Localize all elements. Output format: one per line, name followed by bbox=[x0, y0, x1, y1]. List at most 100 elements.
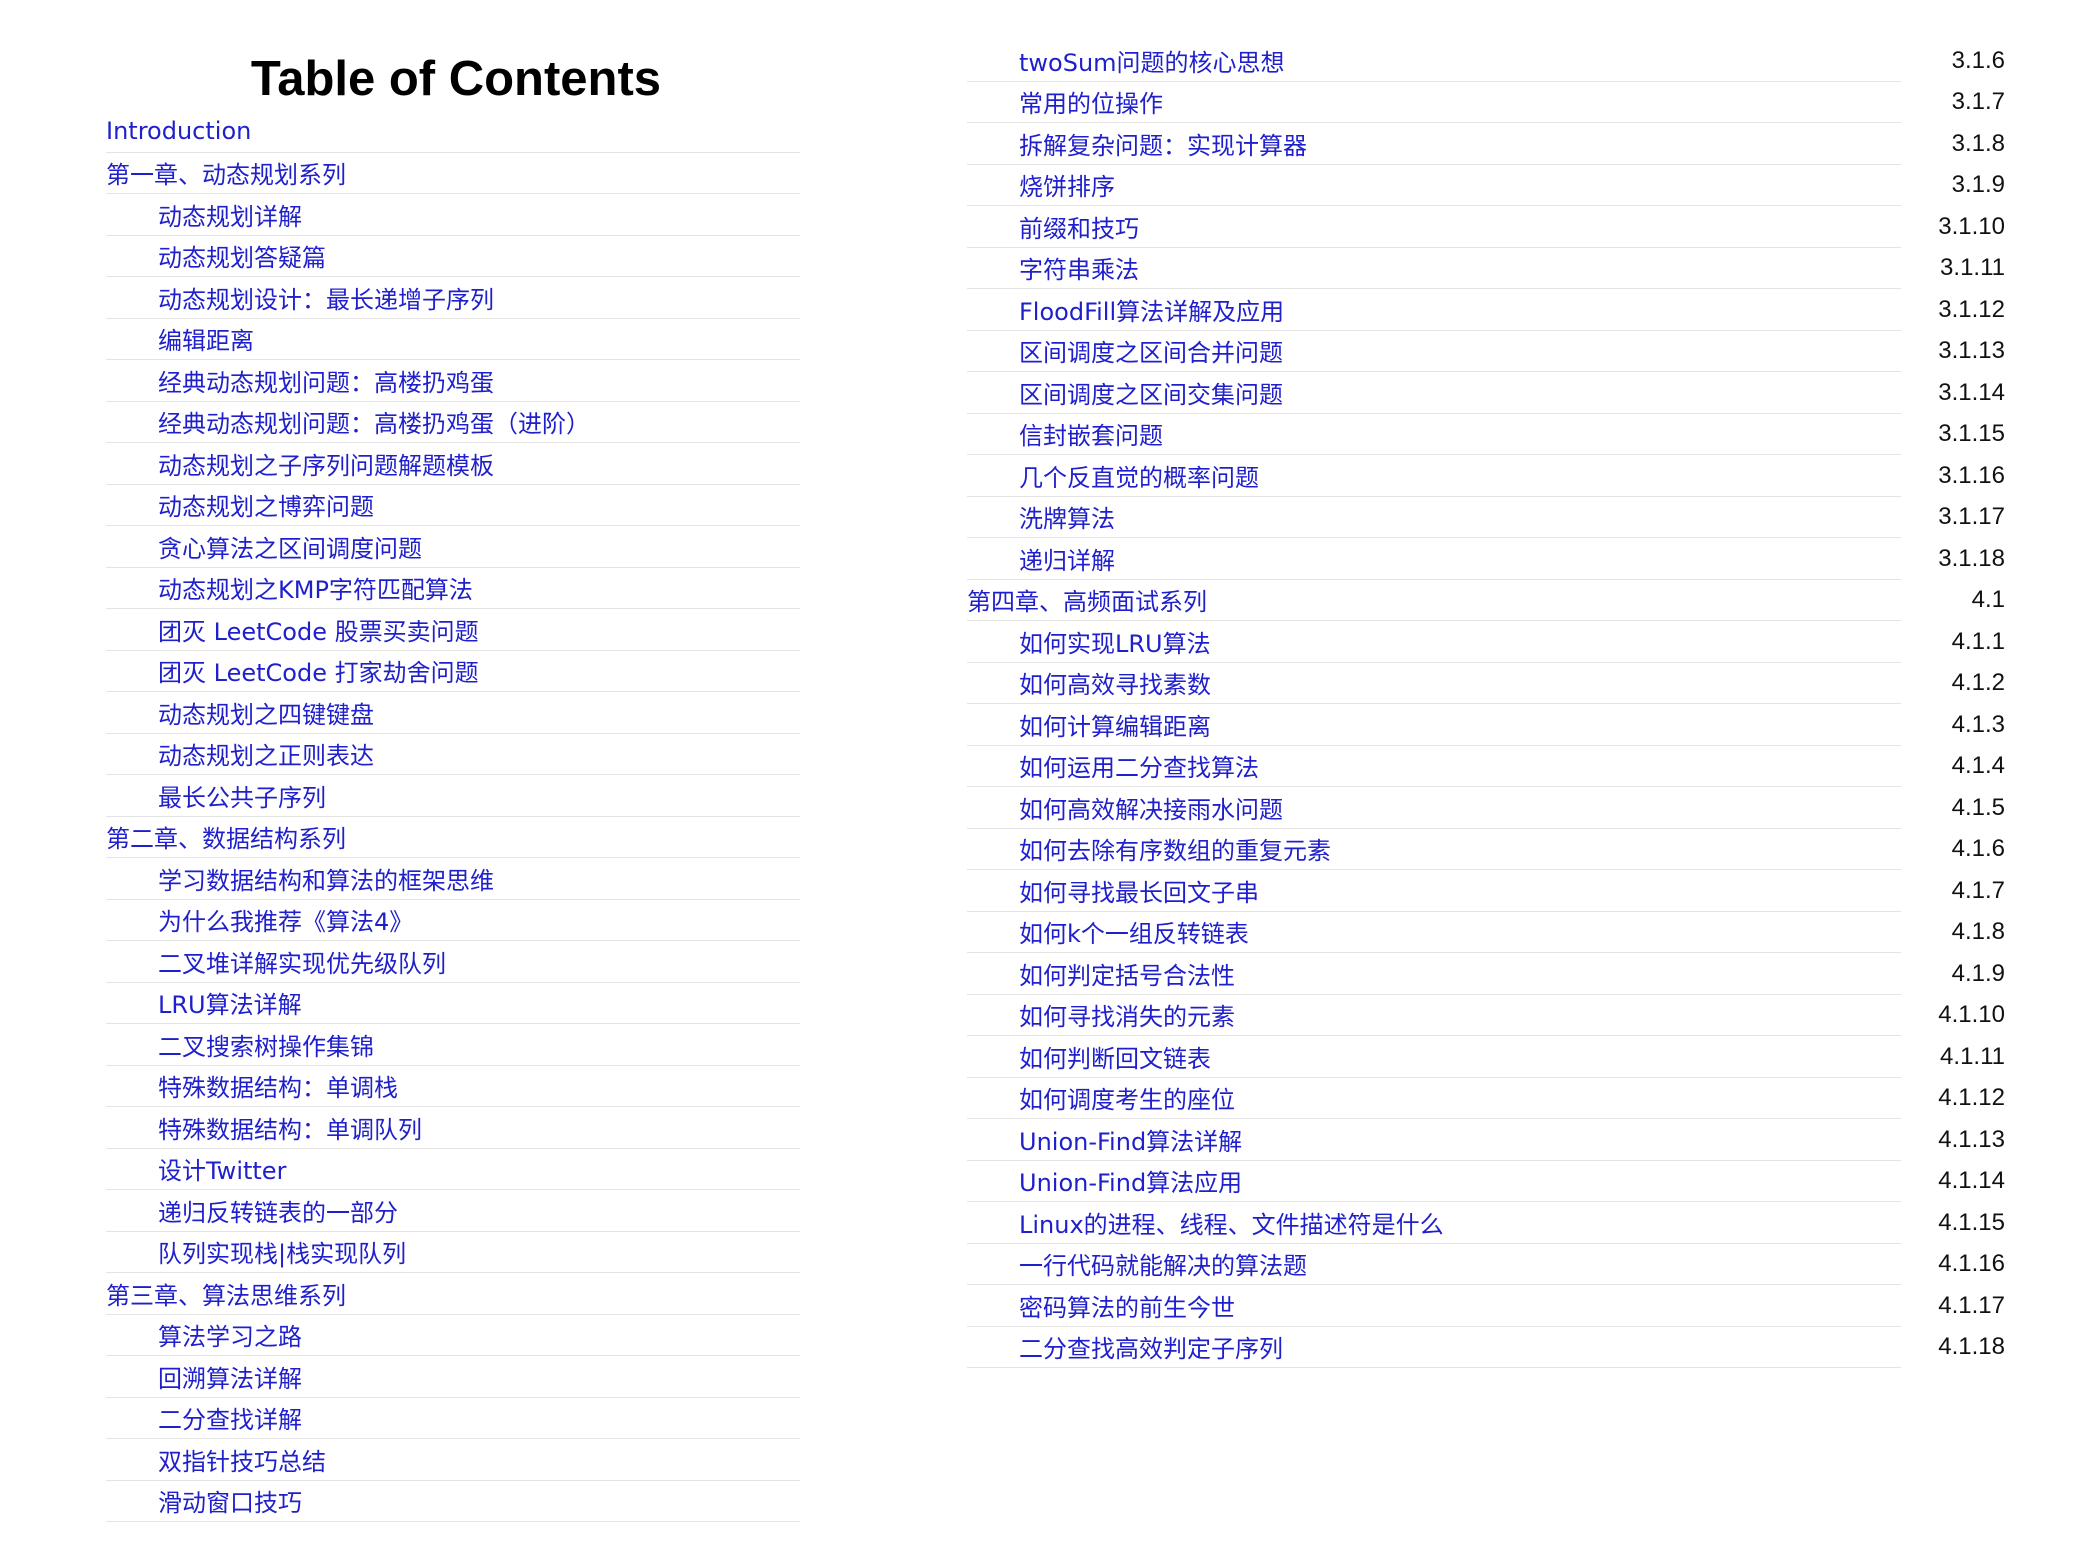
toc-entry-link[interactable]: Union-Find算法详解 bbox=[967, 1119, 1901, 1161]
toc-entry-link[interactable]: twoSum问题的核心思想 bbox=[967, 40, 1901, 82]
toc-chapter[interactable]: Introduction bbox=[106, 111, 800, 153]
toc-entry-link[interactable]: 特殊数据结构：单调队列 bbox=[158, 1110, 800, 1145]
toc-entry-link[interactable]: 经典动态规划问题：高楼扔鸡蛋 bbox=[158, 363, 800, 398]
toc-entry-link[interactable]: 递归详解 bbox=[967, 538, 1901, 580]
toc-entry[interactable]: 学习数据结构和算法的框架思维 bbox=[106, 858, 800, 900]
toc-chapter[interactable]: 第三章、算法思维系列 bbox=[106, 1273, 800, 1315]
toc-entry-link[interactable]: 滑动窗口技巧 bbox=[158, 1483, 800, 1518]
toc-entry[interactable]: 算法学习之路 bbox=[106, 1315, 800, 1356]
toc-entry-link[interactable]: FloodFill算法详解及应用 bbox=[967, 289, 1901, 331]
toc-entry-link[interactable]: 第四章、高频面试系列 bbox=[967, 580, 1901, 621]
toc-entry-link[interactable]: 双指针技巧总结 bbox=[158, 1442, 800, 1477]
toc-chapter[interactable]: 第一章、动态规划系列 bbox=[106, 153, 800, 194]
toc-entry-link[interactable]: 如何k个一组反转链表 bbox=[967, 912, 1901, 953]
toc-entry[interactable]: 如何寻找最长回文子串 4.1.7 bbox=[967, 870, 2005, 912]
toc-chapter[interactable]: 第四章、高频面试系列 4.1 bbox=[967, 580, 2005, 621]
toc-entry[interactable]: 为什么我推荐《算法4》 bbox=[106, 900, 800, 941]
toc-entry-link[interactable]: 一行代码就能解决的算法题 bbox=[967, 1244, 1901, 1285]
toc-entry-link[interactable]: 如何判定括号合法性 bbox=[967, 953, 1901, 995]
toc-entry[interactable]: 特殊数据结构：单调栈 bbox=[106, 1066, 800, 1107]
toc-entry[interactable]: 动态规划之正则表达 bbox=[106, 734, 800, 775]
toc-entry-link[interactable]: 如何寻找最长回文子串 bbox=[967, 870, 1901, 912]
toc-entry[interactable]: 前缀和技巧 3.1.10 bbox=[967, 206, 2005, 248]
toc-entry[interactable]: 信封嵌套问题 3.1.15 bbox=[967, 414, 2005, 455]
toc-entry[interactable]: 动态规划之子序列问题解题模板 bbox=[106, 443, 800, 485]
toc-entry[interactable]: 如何高效解决接雨水问题 4.1.5 bbox=[967, 787, 2005, 829]
toc-entry-link[interactable]: 递归反转链表的一部分 bbox=[158, 1193, 800, 1228]
toc-entry-link[interactable]: 团灭 LeetCode 股票买卖问题 bbox=[158, 612, 800, 647]
toc-entry-link[interactable]: 动态规划之四键键盘 bbox=[158, 695, 800, 730]
toc-entry[interactable]: 几个反直觉的概率问题 3.1.16 bbox=[967, 455, 2005, 497]
toc-entry[interactable]: 贪心算法之区间调度问题 bbox=[106, 526, 800, 568]
toc-entry[interactable]: 一行代码就能解决的算法题 4.1.16 bbox=[967, 1244, 2005, 1285]
toc-entry[interactable]: LRU算法详解 bbox=[106, 983, 800, 1024]
toc-entry[interactable]: 二分查找详解 bbox=[106, 1398, 800, 1439]
toc-entry[interactable]: FloodFill算法详解及应用 3.1.12 bbox=[967, 289, 2005, 331]
toc-entry[interactable]: Linux的进程、线程、文件描述符是什么 4.1.15 bbox=[967, 1202, 2005, 1244]
toc-entry-link[interactable]: 编辑距离 bbox=[158, 321, 800, 356]
toc-entry-link[interactable]: 密码算法的前生今世 bbox=[967, 1285, 1901, 1327]
toc-entry[interactable]: 如何计算编辑距离 4.1.3 bbox=[967, 704, 2005, 746]
toc-entry-link[interactable]: 团灭 LeetCode 打家劫舍问题 bbox=[158, 653, 800, 688]
toc-entry[interactable]: 动态规划之四键键盘 bbox=[106, 692, 800, 734]
toc-entry[interactable]: Union-Find算法详解 4.1.13 bbox=[967, 1119, 2005, 1161]
toc-entry-link[interactable]: Introduction bbox=[106, 117, 800, 145]
toc-entry[interactable]: twoSum问题的核心思想 3.1.6 bbox=[967, 40, 2005, 82]
toc-entry[interactable]: 队列实现栈|栈实现队列 bbox=[106, 1232, 800, 1273]
toc-entry-link[interactable]: 最长公共子序列 bbox=[158, 778, 800, 813]
toc-entry-link[interactable]: 如何实现LRU算法 bbox=[967, 621, 1901, 663]
toc-entry[interactable]: 团灭 LeetCode 股票买卖问题 bbox=[106, 609, 800, 651]
toc-entry-link[interactable]: 为什么我推荐《算法4》 bbox=[158, 902, 800, 937]
toc-entry-link[interactable]: 动态规划答疑篇 bbox=[158, 238, 800, 273]
toc-entry[interactable]: 如何实现LRU算法 4.1.1 bbox=[967, 621, 2005, 663]
toc-entry[interactable]: 如何判断回文链表 4.1.11 bbox=[967, 1036, 2005, 1078]
toc-entry[interactable]: 如何去除有序数组的重复元素 4.1.6 bbox=[967, 829, 2005, 870]
toc-entry-link[interactable]: Linux的进程、线程、文件描述符是什么 bbox=[967, 1202, 1901, 1244]
toc-entry-link[interactable]: 第一章、动态规划系列 bbox=[106, 155, 800, 190]
toc-entry-link[interactable]: 信封嵌套问题 bbox=[967, 414, 1901, 455]
toc-entry[interactable]: 设计Twitter bbox=[106, 1149, 800, 1190]
toc-entry-link[interactable]: LRU算法详解 bbox=[158, 985, 800, 1020]
toc-entry[interactable]: 滑动窗口技巧 bbox=[106, 1481, 800, 1522]
toc-entry-link[interactable]: 动态规划设计：最长递增子序列 bbox=[158, 280, 800, 315]
toc-entry-link[interactable]: 字符串乘法 bbox=[967, 248, 1901, 289]
toc-entry[interactable]: 最长公共子序列 bbox=[106, 775, 800, 817]
toc-entry-link[interactable]: 二叉堆详解实现优先级队列 bbox=[158, 944, 800, 979]
toc-entry-link[interactable]: 几个反直觉的概率问题 bbox=[967, 455, 1901, 497]
toc-entry-link[interactable]: 第三章、算法思维系列 bbox=[106, 1276, 800, 1311]
toc-entry[interactable]: 特殊数据结构：单调队列 bbox=[106, 1107, 800, 1149]
toc-entry[interactable]: 动态规划详解 bbox=[106, 194, 800, 236]
toc-entry[interactable]: 如何判定括号合法性 4.1.9 bbox=[967, 953, 2005, 995]
toc-entry[interactable]: 经典动态规划问题：高楼扔鸡蛋 bbox=[106, 360, 800, 402]
toc-entry-link[interactable]: 烧饼排序 bbox=[967, 165, 1901, 206]
toc-entry-link[interactable]: 如何计算编辑距离 bbox=[967, 704, 1901, 746]
toc-entry-link[interactable]: 常用的位操作 bbox=[967, 82, 1901, 123]
toc-entry[interactable]: 常用的位操作 3.1.7 bbox=[967, 82, 2005, 123]
toc-entry-link[interactable]: 如何调度考生的座位 bbox=[967, 1078, 1901, 1119]
toc-entry[interactable]: 双指针技巧总结 bbox=[106, 1439, 800, 1481]
toc-entry-link[interactable]: 第二章、数据结构系列 bbox=[106, 819, 800, 854]
toc-entry-link[interactable]: 区间调度之区间交集问题 bbox=[967, 372, 1901, 414]
toc-entry-link[interactable]: 区间调度之区间合并问题 bbox=[967, 331, 1901, 372]
toc-chapter[interactable]: 第二章、数据结构系列 bbox=[106, 817, 800, 858]
toc-entry[interactable]: 密码算法的前生今世 4.1.17 bbox=[967, 1285, 2005, 1327]
toc-entry-link[interactable]: 如何高效解决接雨水问题 bbox=[967, 787, 1901, 829]
toc-entry-link[interactable]: 动态规划之KMP字符匹配算法 bbox=[158, 570, 800, 605]
toc-entry[interactable]: 如何高效寻找素数 4.1.2 bbox=[967, 663, 2005, 704]
toc-entry[interactable]: 经典动态规划问题：高楼扔鸡蛋（进阶） bbox=[106, 402, 800, 443]
toc-entry-link[interactable]: 如何寻找消失的元素 bbox=[967, 995, 1901, 1036]
toc-entry[interactable]: 如何k个一组反转链表 4.1.8 bbox=[967, 912, 2005, 953]
toc-entry-link[interactable]: 回溯算法详解 bbox=[158, 1359, 800, 1394]
toc-entry-link[interactable]: 二分查找高效判定子序列 bbox=[967, 1327, 1901, 1368]
toc-entry[interactable]: 烧饼排序 3.1.9 bbox=[967, 165, 2005, 206]
toc-entry-link[interactable]: 经典动态规划问题：高楼扔鸡蛋（进阶） bbox=[158, 404, 800, 439]
toc-entry-link[interactable]: 特殊数据结构：单调栈 bbox=[158, 1068, 800, 1103]
toc-entry-link[interactable]: 队列实现栈|栈实现队列 bbox=[158, 1234, 800, 1269]
toc-entry-link[interactable]: 如何运用二分查找算法 bbox=[967, 746, 1901, 787]
toc-entry-link[interactable]: 二叉搜索树操作集锦 bbox=[158, 1027, 800, 1062]
toc-entry-link[interactable]: 动态规划之子序列问题解题模板 bbox=[158, 446, 800, 481]
toc-entry[interactable]: 字符串乘法 3.1.11 bbox=[967, 248, 2005, 289]
toc-entry[interactable]: 如何运用二分查找算法 4.1.4 bbox=[967, 746, 2005, 787]
toc-entry-link[interactable]: 如何高效寻找素数 bbox=[967, 663, 1901, 704]
toc-entry[interactable]: 回溯算法详解 bbox=[106, 1356, 800, 1398]
